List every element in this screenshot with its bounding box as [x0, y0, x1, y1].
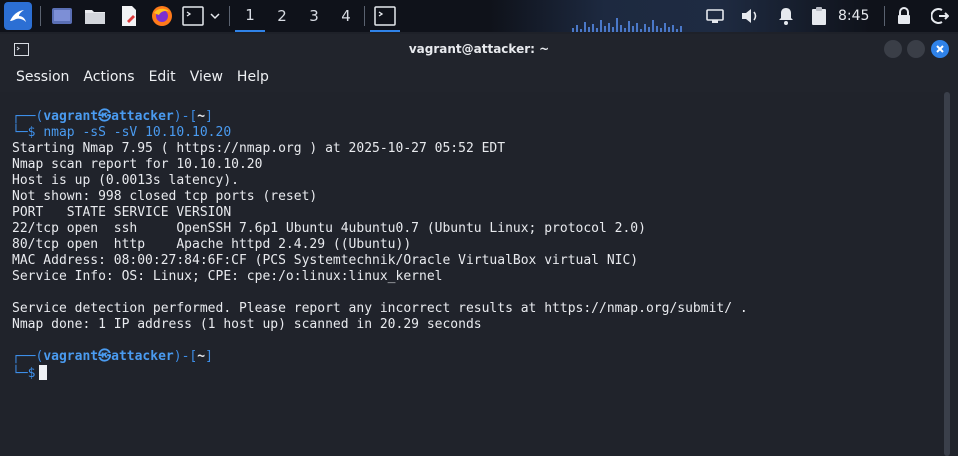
- command-line: └─$ nmap -sS -sV 10.10.10.20: [12, 125, 232, 140]
- menu-edit[interactable]: Edit: [142, 69, 183, 85]
- menu-actions[interactable]: Actions: [76, 69, 141, 85]
- terminal-scrollbar[interactable]: [944, 92, 950, 456]
- clipboard-icon[interactable]: [809, 5, 829, 27]
- logout-icon[interactable]: [929, 6, 951, 26]
- workspace-2[interactable]: 2: [267, 0, 297, 32]
- command-name: nmap: [43, 125, 75, 140]
- output-line: Nmap scan report for 10.10.10.20: [12, 157, 263, 172]
- maximize-button[interactable]: [907, 40, 925, 58]
- terminal-task-icon[interactable]: [370, 2, 400, 32]
- menu-help[interactable]: Help: [230, 69, 276, 85]
- volume-icon[interactable]: [740, 7, 760, 25]
- output-line: Service detection performed. Please repo…: [12, 301, 748, 316]
- output-line: Host is up (0.0013s latency).: [12, 173, 239, 188]
- output-line: 80/tcp open http Apache httpd 2.4.29 ((U…: [12, 237, 412, 252]
- panel-separator: [364, 6, 365, 26]
- menu-session[interactable]: Session: [0, 69, 76, 85]
- text-cursor: [39, 365, 48, 380]
- minimize-button[interactable]: [884, 40, 902, 58]
- output-line: PORT STATE SERVICE VERSION: [12, 205, 232, 220]
- workspace-4[interactable]: 4: [331, 0, 361, 32]
- output-line: Starting Nmap 7.95 ( https://nmap.org ) …: [12, 141, 506, 156]
- workspace-3[interactable]: 3: [299, 0, 329, 32]
- kali-menu-icon[interactable]: [4, 2, 32, 30]
- chevron-down-icon[interactable]: [208, 8, 222, 24]
- prompt-line-2: ┌──(vagrant㉿attacker)-[~]: [12, 349, 213, 364]
- menu-bar: Session Actions Edit View Help: [0, 64, 958, 90]
- scrollbar-thumb[interactable]: [944, 92, 950, 456]
- output-line: Nmap done: 1 IP address (1 host up) scan…: [12, 317, 482, 332]
- top-panel: 1 2 3 4 8:45: [0, 0, 958, 32]
- workspace-1[interactable]: 1: [235, 0, 265, 32]
- notification-bell-icon[interactable]: [776, 6, 796, 26]
- command-args: -sS -sV 10.10.10.20: [74, 125, 232, 140]
- output-line: Service Info: OS: Linux; CPE: cpe:/o:lin…: [12, 269, 443, 284]
- window-titlebar[interactable]: vagrant@attacker: ~: [0, 34, 958, 64]
- panel-separator: [229, 6, 230, 26]
- text-editor-icon[interactable]: [117, 4, 141, 28]
- output-line: 22/tcp open ssh OpenSSH 7.6p1 Ubuntu 4ub…: [12, 221, 646, 236]
- menu-view[interactable]: View: [183, 69, 230, 85]
- firefox-icon[interactable]: [150, 4, 174, 28]
- terminal-window: vagrant@attacker: ~ Session Actions Edit…: [0, 34, 958, 456]
- output-line: MAC Address: 08:00:27:84:6F:CF (PCS Syst…: [12, 253, 639, 268]
- terminal-output[interactable]: ┌──(vagrant㉿attacker)-[~] └─$ nmap -sS -…: [0, 92, 944, 456]
- lock-icon[interactable]: [894, 6, 914, 26]
- input-line[interactable]: └─$: [12, 365, 48, 382]
- cpu-graph: [570, 14, 700, 32]
- output-line: Not shown: 998 closed tcp ports (reset): [12, 189, 318, 204]
- window-title: vagrant@attacker: ~: [408, 42, 550, 56]
- file-manager-icon[interactable]: [83, 5, 107, 27]
- show-desktop-icon[interactable]: [50, 5, 74, 27]
- clock[interactable]: 8:45: [838, 0, 869, 32]
- panel-separator: [40, 6, 41, 26]
- panel-separator: [884, 6, 885, 26]
- close-button[interactable]: [931, 40, 949, 58]
- terminal-icon[interactable]: [181, 5, 205, 27]
- close-icon: [936, 45, 944, 53]
- network-icon[interactable]: [705, 7, 725, 25]
- prompt-line-1: ┌──(vagrant㉿attacker)-[~]: [12, 109, 213, 124]
